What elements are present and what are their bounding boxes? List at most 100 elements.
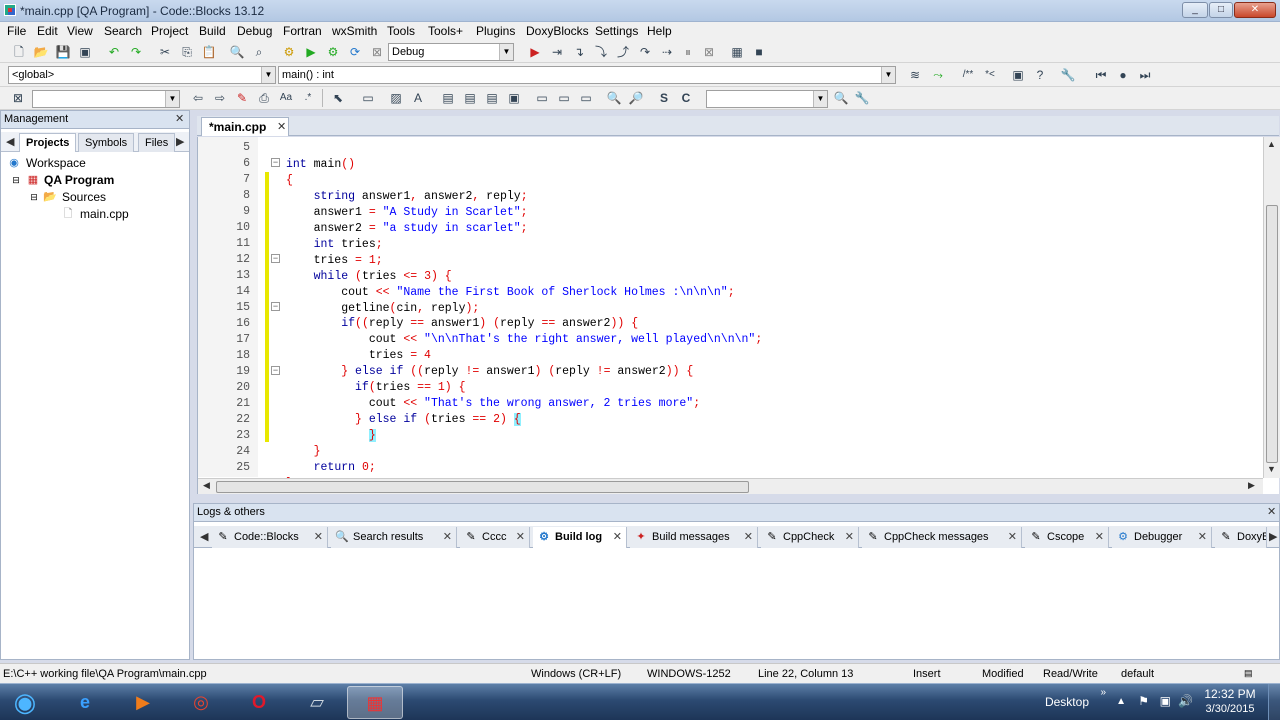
match-case-icon[interactable]: Aa <box>278 90 294 106</box>
shape-icon-3[interactable]: ▭ <box>578 90 594 106</box>
tab-scroll-right-icon[interactable]: ▶ <box>176 135 184 148</box>
tab-cppcheck-messages[interactable]: ✎ CppCheck messages ✕ <box>862 527 1022 548</box>
paste-icon[interactable]: 📋 <box>201 44 217 60</box>
menu-fortran[interactable]: Fortran <box>283 24 322 38</box>
wrench-icon[interactable]: 🔧 <box>1060 67 1076 83</box>
tab-build-messages[interactable]: ✦ Build messages ✕ <box>630 527 758 548</box>
menu-settings[interactable]: Settings <box>595 24 638 38</box>
opera-icon[interactable]: O <box>231 686 287 719</box>
maximize-button[interactable]: □ <box>1209 2 1233 18</box>
save-all-icon[interactable]: ▣ <box>77 44 93 60</box>
vertical-scroll-thumb[interactable] <box>1266 205 1278 463</box>
tree-file-main-cpp[interactable]: main.cpp <box>80 206 129 222</box>
fold-toggle-icon[interactable]: − <box>271 302 280 311</box>
menu-edit[interactable]: Edit <box>37 24 58 38</box>
zoom-in-icon[interactable]: 🔍 <box>606 90 622 106</box>
doxy-line-comment-icon[interactable]: *< <box>982 67 998 83</box>
close-tab-icon[interactable]: ✕ <box>516 530 525 543</box>
fold-toggle-icon[interactable]: − <box>271 254 280 263</box>
tree-project[interactable]: QA Program <box>44 172 114 188</box>
debug-windows-icon[interactable]: ▦ <box>729 44 745 60</box>
tab-search-results[interactable]: 🔍 Search results ✕ <box>331 527 457 548</box>
scroll-left-icon[interactable]: ◀ <box>203 480 210 491</box>
vertical-scrollbar[interactable]: ▲ ▼ <box>1263 137 1280 478</box>
doxy-help-icon[interactable]: ? <box>1032 67 1048 83</box>
pointer-icon[interactable]: ⬉ <box>330 90 346 106</box>
run-icon[interactable]: ▶ <box>303 44 319 60</box>
clock-time[interactable]: 12:32 PM <box>1200 687 1260 701</box>
s-icon[interactable]: S <box>656 90 672 106</box>
network-icon[interactable]: ▣ <box>1160 694 1171 708</box>
close-tab-icon[interactable]: ✕ <box>1095 530 1104 543</box>
menu-search[interactable]: Search <box>104 24 142 38</box>
menu-doxyblocks[interactable]: DoxyBlocks <box>526 24 589 38</box>
scope-select[interactable]: <global> ▼ <box>8 66 276 84</box>
undo-icon[interactable]: ↶ <box>106 44 122 60</box>
run-to-cursor-icon[interactable]: ⇥ <box>549 44 565 60</box>
shape-icon-2[interactable]: ▭ <box>556 90 572 106</box>
menu-plugins[interactable]: Plugins <box>476 24 515 38</box>
action-center-flag-icon[interactable]: ⚑ <box>1138 694 1149 708</box>
close-tab-icon[interactable]: ✕ <box>1198 530 1207 543</box>
scroll-right-icon[interactable]: ▶ <box>1248 480 1255 491</box>
next-line-icon[interactable]: ↴ <box>571 44 587 60</box>
doxy-comment-icon[interactable]: /** <box>960 67 976 83</box>
zoom-out-icon[interactable]: 🔎 <box>628 90 644 106</box>
rebuild-icon[interactable]: ⟳ <box>347 44 363 60</box>
chevron-right-icon[interactable]: » <box>1100 687 1106 698</box>
code-text[interactable]: int main() { string answer1, answer2, rep… <box>286 141 762 524</box>
tab-projects[interactable]: Projects <box>19 133 77 152</box>
tab-debugger[interactable]: ⚙ Debugger ✕ <box>1112 527 1212 548</box>
rect-select-icon[interactable]: ▭ <box>360 90 376 106</box>
close-tab-icon[interactable]: ✕ <box>277 120 286 133</box>
close-icon[interactable]: ✕ <box>175 112 184 125</box>
desktop-toolbar-label[interactable]: Desktop <box>1045 695 1089 709</box>
step-into-icon[interactable]: ⤵ <box>593 44 609 60</box>
menu-build[interactable]: Build <box>199 24 226 38</box>
debug-start-icon[interactable]: ▶ <box>527 44 543 60</box>
find-icon[interactable]: 🔍 <box>229 44 245 60</box>
tab-cccc[interactable]: ✎ Cccc ✕ <box>460 527 530 548</box>
menu-file[interactable]: File <box>7 24 26 38</box>
next-bookmark-icon[interactable]: ⏭ <box>1137 67 1153 83</box>
step-instruction-icon[interactable]: ⇢ <box>659 44 675 60</box>
build-gear-icon[interactable]: ⚙ <box>281 44 297 60</box>
new-file-icon[interactable]: 🗋 <box>11 44 27 60</box>
jump-implementation-icon[interactable]: ⤳ <box>930 67 946 83</box>
close-window-button[interactable]: ✕ <box>1234 2 1276 18</box>
fold-toggle-icon[interactable]: − <box>271 158 280 167</box>
start-button[interactable]: ◉ <box>0 686 50 719</box>
horizontal-scroll-thumb[interactable] <box>216 481 749 493</box>
replace-icon[interactable]: ⌕ <box>251 44 267 60</box>
regex-icon[interactable]: .* <box>300 90 316 106</box>
tree-sources-folder[interactable]: Sources <box>62 189 106 205</box>
step-out-icon[interactable]: ⤴ <box>615 44 631 60</box>
fold-toggle-icon[interactable]: − <box>271 366 280 375</box>
symbol-settings-icon[interactable]: 🔧 <box>854 90 870 106</box>
pause-icon[interactable]: ⏸ <box>680 44 696 60</box>
collapse-icon[interactable]: ⊟ <box>9 173 23 187</box>
tab-cscope[interactable]: ✎ Cscope ✕ <box>1025 527 1109 548</box>
close-tab-icon[interactable]: ✕ <box>314 530 323 543</box>
selected-text-icon[interactable]: ⎙ <box>256 90 272 106</box>
minimize-button[interactable]: _ <box>1182 2 1208 18</box>
stop-debug-icon[interactable]: ⊠ <box>701 44 717 60</box>
tab-files[interactable]: Files <box>138 133 176 152</box>
tab-symbols[interactable]: Symbols <box>78 133 135 152</box>
scroll-up-icon[interactable]: ▲ <box>1267 139 1276 149</box>
symbol-search-input[interactable]: ▼ <box>706 90 828 108</box>
save-icon[interactable]: 💾 <box>55 44 71 60</box>
internet-explorer-icon[interactable]: e <box>57 686 113 719</box>
search-input[interactable]: ▼ <box>32 90 180 108</box>
shape-icon-1[interactable]: ▭ <box>534 90 550 106</box>
notepad-icon[interactable]: ▱ <box>289 686 345 719</box>
collapse-icon[interactable]: ⊟ <box>27 190 41 204</box>
menu-tools-plus[interactable]: Tools+ <box>428 24 463 38</box>
next-instruction-icon[interactable]: ↷ <box>637 44 653 60</box>
doxywizard-icon[interactable]: ▣ <box>1010 67 1026 83</box>
tab-scroll-left-icon[interactable]: ◀ <box>200 530 208 543</box>
build-target-select[interactable]: Debug ▼ <box>388 43 514 61</box>
tab-doxyblocks[interactable]: ✎ DoxyB <box>1215 527 1267 548</box>
chrome-icon[interactable]: ◎ <box>173 686 229 719</box>
layout-icon-3[interactable]: ▤ <box>484 90 500 106</box>
